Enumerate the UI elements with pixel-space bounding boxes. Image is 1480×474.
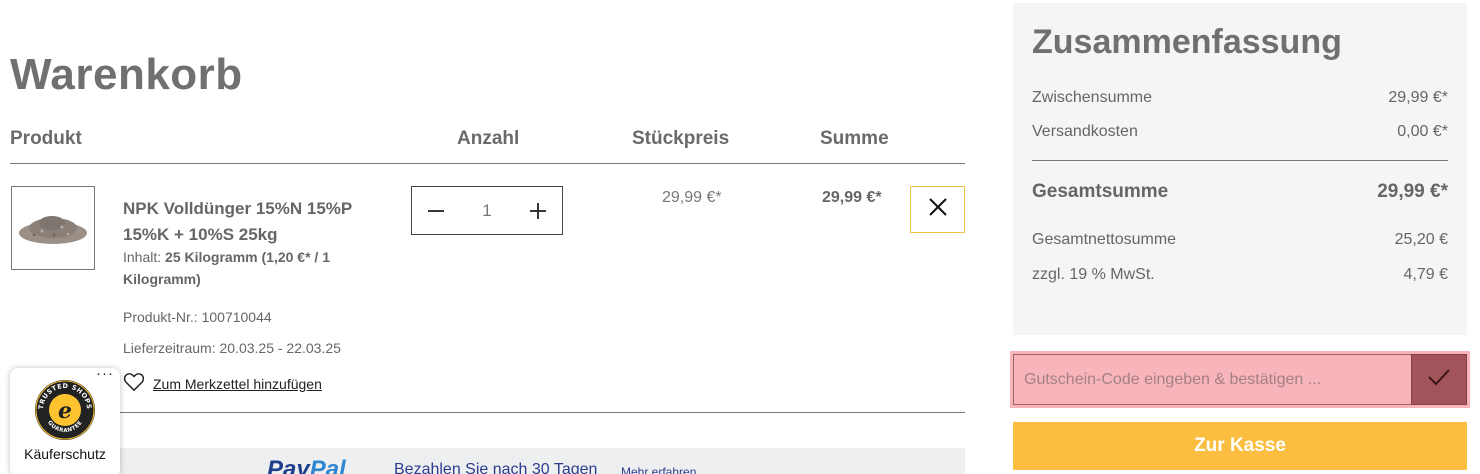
order-summary: Zusammenfassung Zwischensumme 29,99 €* V…	[1013, 3, 1467, 335]
summary-row-shipping: Versandkosten 0,00 €*	[1032, 123, 1448, 141]
page-title: Warenkorb	[10, 50, 243, 99]
row-divider	[10, 412, 965, 413]
product-content-label: Inhalt:	[123, 249, 162, 265]
column-header-unit-price: Stückpreis	[632, 128, 730, 149]
product-image[interactable]	[11, 186, 95, 270]
cart-page: Warenkorb Produkt Anzahl Stückpreis Summ…	[0, 0, 1480, 474]
remove-item-button[interactable]	[910, 186, 965, 233]
add-to-wishlist-link[interactable]: Zum Merkzettel hinzufügen	[123, 372, 322, 395]
voucher-code-input[interactable]	[1013, 354, 1413, 405]
buyer-protection-label: Käuferschutz	[24, 446, 106, 462]
paypal-more-link[interactable]: Mehr erfahren	[621, 465, 696, 474]
decrease-quantity-button[interactable]	[426, 198, 446, 224]
paypal-text: Bezahlen Sie nach 30 Tagen	[394, 461, 598, 474]
shipping-label: Versandkosten	[1032, 123, 1138, 140]
delivery-period: Lieferzeitraum: 20.03.25 - 22.03.25	[123, 340, 341, 356]
wishlist-label: Zum Merkzettel hinzufügen	[153, 375, 322, 392]
vat-value: 4,79 €	[1403, 266, 1448, 283]
summary-row-vat: zzgl. 19 % MwSt. 4,79 €	[1032, 266, 1448, 284]
total-label: Gesamtsumme	[1032, 181, 1169, 202]
unit-price: 29,99 €*	[662, 189, 722, 206]
trusted-shops-seal-icon: TRUSTED SHOPS GUARANTEE e	[35, 380, 95, 440]
voucher-form	[1010, 351, 1470, 408]
svg-text:e: e	[58, 398, 72, 424]
subtotal-value: 29,99 €*	[1388, 89, 1448, 106]
paypal-banner[interactable]: PayPal Bezahlen Sie nach 30 Tagen Mehr e…	[10, 448, 965, 474]
summary-title: Zusammenfassung	[1032, 23, 1342, 61]
voucher-submit-button[interactable]	[1411, 354, 1467, 405]
checkmark-icon	[1427, 367, 1451, 392]
quantity-value[interactable]: 1	[482, 201, 491, 221]
cart-table-header: Produkt Anzahl Stückpreis Summe	[10, 126, 965, 164]
summary-row-total: Gesamtsumme 29,99 €*	[1032, 181, 1448, 203]
subtotal-label: Zwischensumme	[1032, 89, 1153, 106]
column-header-sum: Summe	[820, 128, 889, 149]
total-value: 29,99 €*	[1377, 181, 1448, 202]
summary-divider	[1032, 160, 1448, 161]
close-icon	[928, 197, 948, 222]
shipping-value: 0,00 €*	[1397, 123, 1448, 140]
summary-row-net: Gesamtnettosumme 25,20 €	[1032, 231, 1448, 249]
more-options-icon[interactable]: ···	[96, 365, 114, 382]
row-sum: 29,99 €*	[822, 189, 882, 206]
product-name-link[interactable]: NPK Volldünger 15%N 15%P 15%K + 10%S 25k…	[123, 196, 373, 248]
checkout-button[interactable]: Zur Kasse	[1013, 422, 1467, 470]
column-header-product: Produkt	[10, 128, 82, 149]
product-number: Produkt-Nr.: 100710044	[123, 309, 272, 325]
vat-label: zzgl. 19 % MwSt.	[1032, 266, 1155, 283]
summary-row-subtotal: Zwischensumme 29,99 €*	[1032, 89, 1448, 107]
quantity-stepper: 1	[411, 186, 563, 235]
product-content: Inhalt: 25 Kilogramm (1,20 €* / 1 Kilogr…	[123, 246, 363, 290]
net-total-value: 25,20 €	[1394, 231, 1448, 248]
heart-icon	[123, 372, 145, 395]
net-total-label: Gesamtnettosumme	[1032, 231, 1177, 248]
paypal-logo: PayPal	[267, 456, 346, 474]
trusted-shops-badge[interactable]: ··· TRUSTED SHOPS GUARANTEE e Käuferschu…	[10, 365, 120, 474]
column-header-quantity: Anzahl	[457, 128, 520, 149]
increase-quantity-button[interactable]	[528, 198, 548, 224]
